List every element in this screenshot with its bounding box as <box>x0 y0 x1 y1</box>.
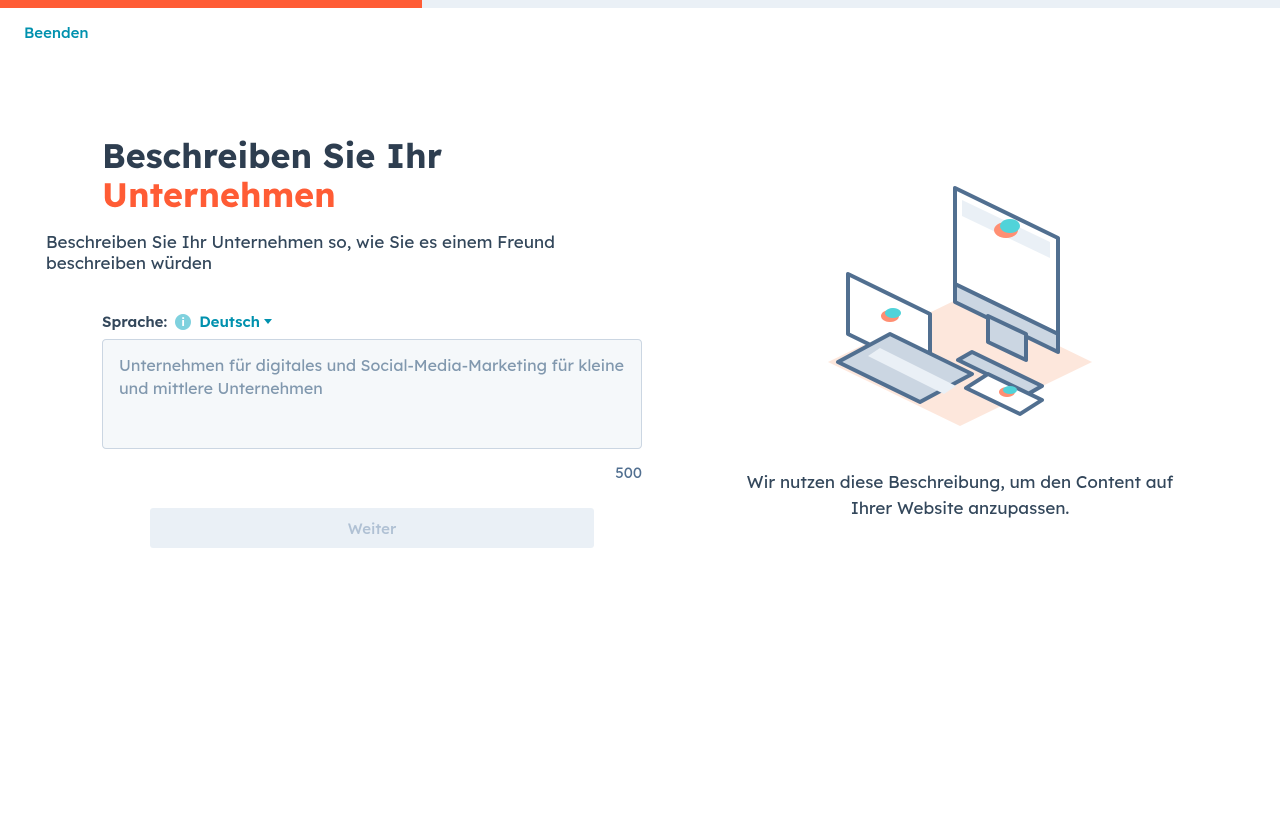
language-dropdown[interactable]: Deutsch <box>199 312 272 331</box>
devices-illustration <box>810 166 1110 436</box>
page-title: Beschreiben Sie Ihr Unternehmen <box>102 136 594 214</box>
main-layout: Beschreiben Sie Ihr Unternehmen Beschrei… <box>0 56 1280 548</box>
describe-form: Sprache: i Deutsch 500 Weiter <box>102 312 642 548</box>
page-title-accent: Unternehmen <box>102 173 336 216</box>
language-selected: Deutsch <box>199 312 260 331</box>
exit-link[interactable]: Beenden <box>24 23 89 42</box>
description-textarea[interactable] <box>102 339 642 449</box>
right-column: Wir nutzen diese Beschreibung, um den Co… <box>640 136 1280 548</box>
progress-fill <box>0 0 422 8</box>
char-counter: 500 <box>102 463 642 482</box>
info-icon[interactable]: i <box>175 314 191 330</box>
language-label: Sprache: <box>102 312 167 331</box>
progress-bar <box>0 0 1280 8</box>
chevron-down-icon <box>264 319 272 324</box>
language-row: Sprache: i Deutsch <box>102 312 642 331</box>
page-subtitle: Beschreiben Sie Ihr Unternehmen so, wie … <box>46 232 594 274</box>
page-title-prefix: Beschreiben Sie Ihr <box>102 134 442 177</box>
top-bar: Beenden <box>0 8 1280 56</box>
continue-button[interactable]: Weiter <box>150 508 594 548</box>
devices-icon <box>810 166 1110 436</box>
left-column: Beschreiben Sie Ihr Unternehmen Beschrei… <box>0 136 640 548</box>
illustration-caption: Wir nutzen diese Beschreibung, um den Co… <box>740 470 1180 521</box>
